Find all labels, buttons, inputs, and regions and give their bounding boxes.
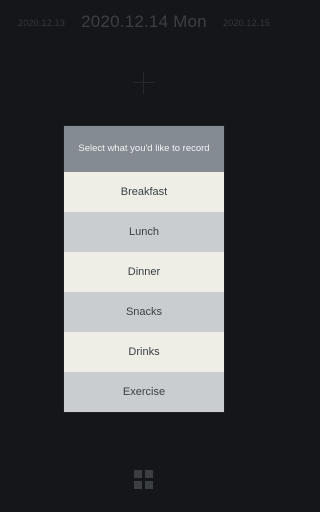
option-snacks[interactable]: Snacks	[64, 292, 224, 332]
plus-icon[interactable]	[133, 72, 155, 94]
grid-cell	[134, 470, 142, 478]
option-breakfast[interactable]: Breakfast	[64, 172, 224, 212]
grid-icon[interactable]	[134, 470, 154, 490]
option-dinner[interactable]: Dinner	[64, 252, 224, 292]
option-lunch[interactable]: Lunch	[64, 212, 224, 252]
grid-cell	[134, 481, 142, 489]
option-exercise[interactable]: Exercise	[64, 372, 224, 412]
app-screen: 2020.12.13 2020.12.14 Mon 2020.12.15 Sel…	[0, 0, 288, 512]
date-navigation: 2020.12.13 2020.12.14 Mon 2020.12.15	[0, 12, 288, 38]
dialog-title: Select what you'd like to record	[64, 126, 224, 172]
grid-cell	[145, 481, 153, 489]
option-drinks[interactable]: Drinks	[64, 332, 224, 372]
grid-cell	[145, 470, 153, 478]
next-date[interactable]: 2020.12.15	[223, 18, 270, 28]
record-type-dialog: Select what you'd like to record Breakfa…	[64, 126, 224, 412]
